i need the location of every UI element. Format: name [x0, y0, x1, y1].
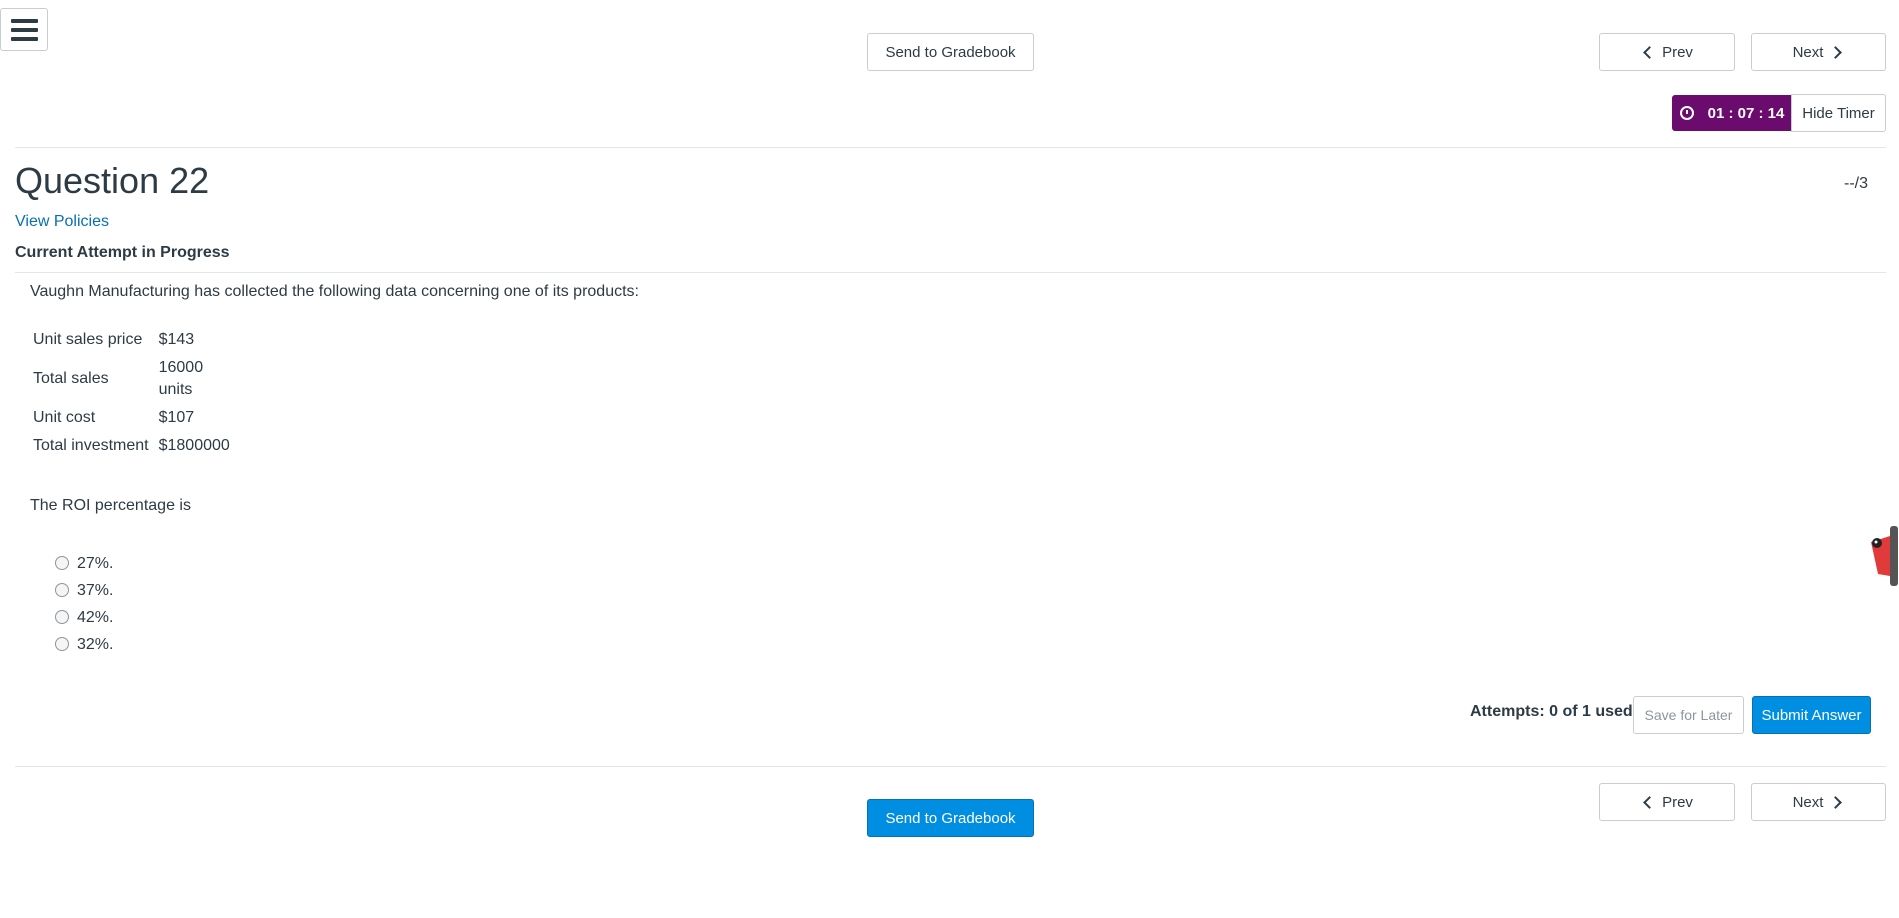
row-value: 16000 units — [158, 359, 204, 398]
prev-label: Prev — [1662, 793, 1693, 811]
answer-options: 27%. 37%. 42%. 32%. — [55, 550, 113, 658]
table-row: Unit sales price $143 — [28, 326, 235, 354]
answer-option[interactable]: 32%. — [55, 631, 113, 658]
table-row: Unit cost $107 — [28, 404, 235, 432]
chevron-left-icon — [1643, 45, 1656, 59]
option-label: 37%. — [77, 581, 114, 599]
option-label: 27%. — [77, 554, 114, 572]
chevron-right-icon — [1829, 45, 1843, 59]
prev-bottom-button[interactable]: Prev — [1599, 783, 1735, 821]
row-value: $107 — [158, 409, 195, 426]
prev-button[interactable]: Prev — [1599, 33, 1735, 71]
next-button[interactable]: Next — [1751, 33, 1886, 71]
save-for-later-button[interactable]: Save for Later — [1633, 696, 1744, 734]
submit-answer-button[interactable]: Submit Answer — [1752, 696, 1871, 734]
chevron-left-icon — [1643, 795, 1656, 809]
answer-option[interactable]: 37%. — [55, 577, 113, 604]
next-label: Next — [1792, 43, 1824, 61]
question-text: The ROI percentage is — [30, 497, 191, 514]
radio-button[interactable] — [55, 636, 69, 651]
side-widget-icon[interactable] — [1868, 526, 1898, 586]
divider — [15, 766, 1886, 767]
question-prompt: Vaughn Manufacturing has collected the f… — [30, 283, 639, 300]
page-title: Question 22 — [15, 160, 210, 201]
timer-value: 01 : 07 : 14 — [1707, 104, 1785, 122]
save-for-later-label: Save for Later — [1644, 707, 1733, 723]
divider — [15, 272, 1886, 273]
send-to-gradebook-button[interactable]: Send to Gradebook — [867, 33, 1034, 71]
next-bottom-button[interactable]: Next — [1751, 783, 1886, 821]
timer-display: 01 : 07 : 14 — [1672, 95, 1792, 131]
row-label: Total investment — [33, 437, 149, 454]
row-label: Unit cost — [33, 409, 96, 426]
score-badge: --/3 — [1844, 175, 1868, 192]
next-label: Next — [1792, 793, 1824, 811]
row-label: Unit sales price — [33, 331, 143, 348]
view-policies-link[interactable]: View Policies — [15, 213, 109, 231]
radio-button[interactable] — [55, 609, 69, 624]
table-row: Total sales 16000 units — [28, 354, 235, 404]
option-label: 42%. — [77, 608, 114, 626]
hide-timer-label: Hide Timer — [1802, 104, 1875, 122]
option-label: 32%. — [77, 635, 114, 653]
menu-icon[interactable] — [0, 8, 48, 51]
send-to-gradebook-bottom-button[interactable]: Send to Gradebook — [867, 799, 1034, 837]
attempts-count: Attempts: 0 of 1 used — [1470, 703, 1633, 720]
row-value: $143 — [158, 331, 195, 348]
radio-button[interactable] — [55, 582, 69, 597]
row-value: $1800000 — [158, 437, 230, 454]
clock-icon — [1679, 106, 1694, 120]
answer-option[interactable]: 42%. — [55, 604, 113, 631]
send-to-gradebook-label: Send to Gradebook — [885, 43, 1016, 61]
table-row: Total investment $1800000 — [28, 432, 235, 460]
answer-option[interactable]: 27%. — [55, 550, 113, 577]
data-table: Unit sales price $143 Total sales 16000 … — [28, 326, 235, 460]
submit-answer-label: Submit Answer — [1761, 706, 1862, 724]
attempt-status: Current Attempt in Progress — [15, 244, 230, 261]
hide-timer-button[interactable]: Hide Timer — [1791, 94, 1886, 132]
divider — [15, 147, 1886, 148]
prev-label: Prev — [1662, 43, 1693, 61]
row-label: Total sales — [33, 370, 109, 387]
chevron-right-icon — [1829, 795, 1843, 809]
radio-button[interactable] — [55, 555, 69, 570]
send-to-gradebook-label: Send to Gradebook — [885, 809, 1016, 827]
